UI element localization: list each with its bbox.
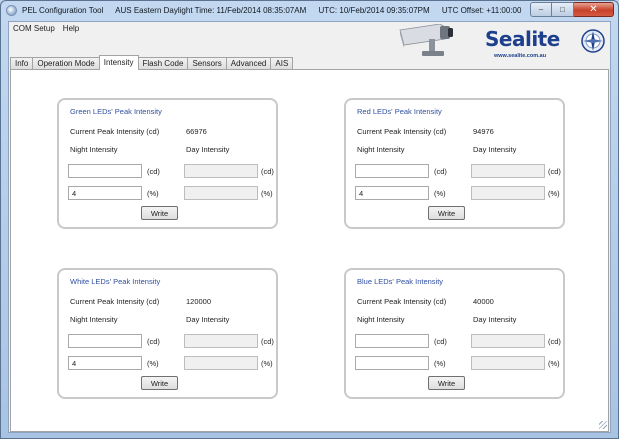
night-cd-unit: (cd) [434,337,447,346]
title-bar[interactable]: PEL Configuration Tool AUS Eastern Dayli… [1,1,618,21]
logo-compass-icon [581,29,605,53]
current-peak-label: Current Peak Intensity (cd) [70,297,160,306]
current-peak-value: 94976 [473,127,494,136]
sealite-logo: Sealite www.sealite.com.au [485,26,607,64]
close-button[interactable]: ✕ [574,2,614,17]
group-title: White LEDs' Peak Intensity [70,277,161,286]
current-peak-label: Current Peak Intensity (cd) [70,127,160,136]
tab-strip: Info Operation Mode Intensity Flash Code… [10,55,294,70]
write-button[interactable]: Write [141,206,178,220]
title-utc-offset: UTC Offset: +11:00:00 [441,6,522,15]
red-intensity-group: Red LEDs' Peak Intensity Current Peak In… [344,98,565,229]
day-cd-unit: (cd) [548,337,561,346]
day-intensity-label: Day Intensity [473,315,517,324]
logo-url: www.sealite.com.au [494,53,547,59]
night-percent-input[interactable]: 4 [355,186,429,200]
green-intensity-group: Green LEDs' Peak Intensity Current Peak … [57,98,278,229]
day-percent-unit: (%) [261,359,273,368]
day-intensity-label: Day Intensity [473,145,517,154]
camera-image [399,24,453,56]
window-controls: – □ ✕ [530,2,614,17]
night-cd-input[interactable] [355,164,429,178]
day-cd-input [471,334,545,348]
app-icon[interactable] [6,5,17,16]
menu-bar: COM Setup Help [9,22,83,36]
group-title: Red LEDs' Peak Intensity [357,107,442,116]
day-percent-unit: (%) [261,189,273,198]
day-percent-input [184,356,258,370]
white-intensity-group: White LEDs' Peak Intensity Current Peak … [57,268,278,399]
night-percent-unit: (%) [147,189,159,198]
night-percent-unit: (%) [434,189,446,198]
minimize-icon: – [538,5,544,14]
night-cd-input[interactable] [68,334,142,348]
client-area: COM Setup Help Sealite www.sealite.com.a… [8,21,611,433]
night-cd-unit: (cd) [434,167,447,176]
group-title: Blue LEDs' Peak Intensity [357,277,444,286]
day-percent-unit: (%) [548,189,560,198]
night-intensity-label: Night Intensity [357,145,405,154]
window-title: PEL Configuration Tool AUS Eastern Dayli… [22,6,531,15]
day-cd-unit: (cd) [261,167,274,176]
write-button[interactable]: Write [141,376,178,390]
night-cd-input[interactable] [68,164,142,178]
day-cd-unit: (cd) [548,167,561,176]
menu-help[interactable]: Help [59,22,83,36]
day-percent-input [471,186,545,200]
day-percent-input [471,356,545,370]
group-title: Green LEDs' Peak Intensity [70,107,162,116]
intensity-panel: Green LEDs' Peak Intensity Current Peak … [10,69,609,432]
write-button[interactable]: Write [428,376,465,390]
night-cd-unit: (cd) [147,167,160,176]
night-intensity-label: Night Intensity [70,315,118,324]
day-percent-input [184,186,258,200]
title-local-time: AUS Eastern Daylight Time: 11/Feb/2014 0… [115,6,307,15]
night-percent-unit: (%) [434,359,446,368]
current-peak-label: Current Peak Intensity (cd) [357,127,447,136]
maximize-icon: □ [560,5,565,14]
night-intensity-label: Night Intensity [70,145,118,154]
day-cd-input [184,334,258,348]
night-cd-input[interactable] [355,334,429,348]
resize-grip[interactable] [599,421,607,429]
night-percent-input[interactable] [355,356,429,370]
maximize-button[interactable]: □ [552,2,574,17]
current-peak-value: 120000 [186,297,212,306]
tab-intensity[interactable]: Intensity [98,55,139,70]
app-window: PEL Configuration Tool AUS Eastern Dayli… [0,0,619,439]
day-intensity-label: Day Intensity [186,145,230,154]
close-icon: ✕ [589,4,598,15]
day-cd-unit: (cd) [261,337,274,346]
current-peak-value: 40000 [473,297,494,306]
night-cd-unit: (cd) [147,337,160,346]
menu-com-setup[interactable]: COM Setup [9,22,59,36]
night-percent-input[interactable]: 4 [68,186,142,200]
minimize-button[interactable]: – [530,2,552,17]
night-percent-unit: (%) [147,359,159,368]
current-peak-value: 66976 [186,127,207,136]
current-peak-label: Current Peak Intensity (cd) [357,297,447,306]
night-intensity-label: Night Intensity [357,315,405,324]
title-utc-time: UTC: 10/Feb/2014 09:35:07PM [318,6,430,15]
write-button[interactable]: Write [428,206,465,220]
logo-wordmark: Sealite [485,27,560,51]
day-intensity-label: Day Intensity [186,315,230,324]
title-app-name: PEL Configuration Tool [22,6,104,15]
day-percent-unit: (%) [548,359,560,368]
night-percent-input[interactable]: 4 [68,356,142,370]
day-cd-input [471,164,545,178]
day-cd-input [184,164,258,178]
blue-intensity-group: Blue LEDs' Peak Intensity Current Peak I… [344,268,565,399]
